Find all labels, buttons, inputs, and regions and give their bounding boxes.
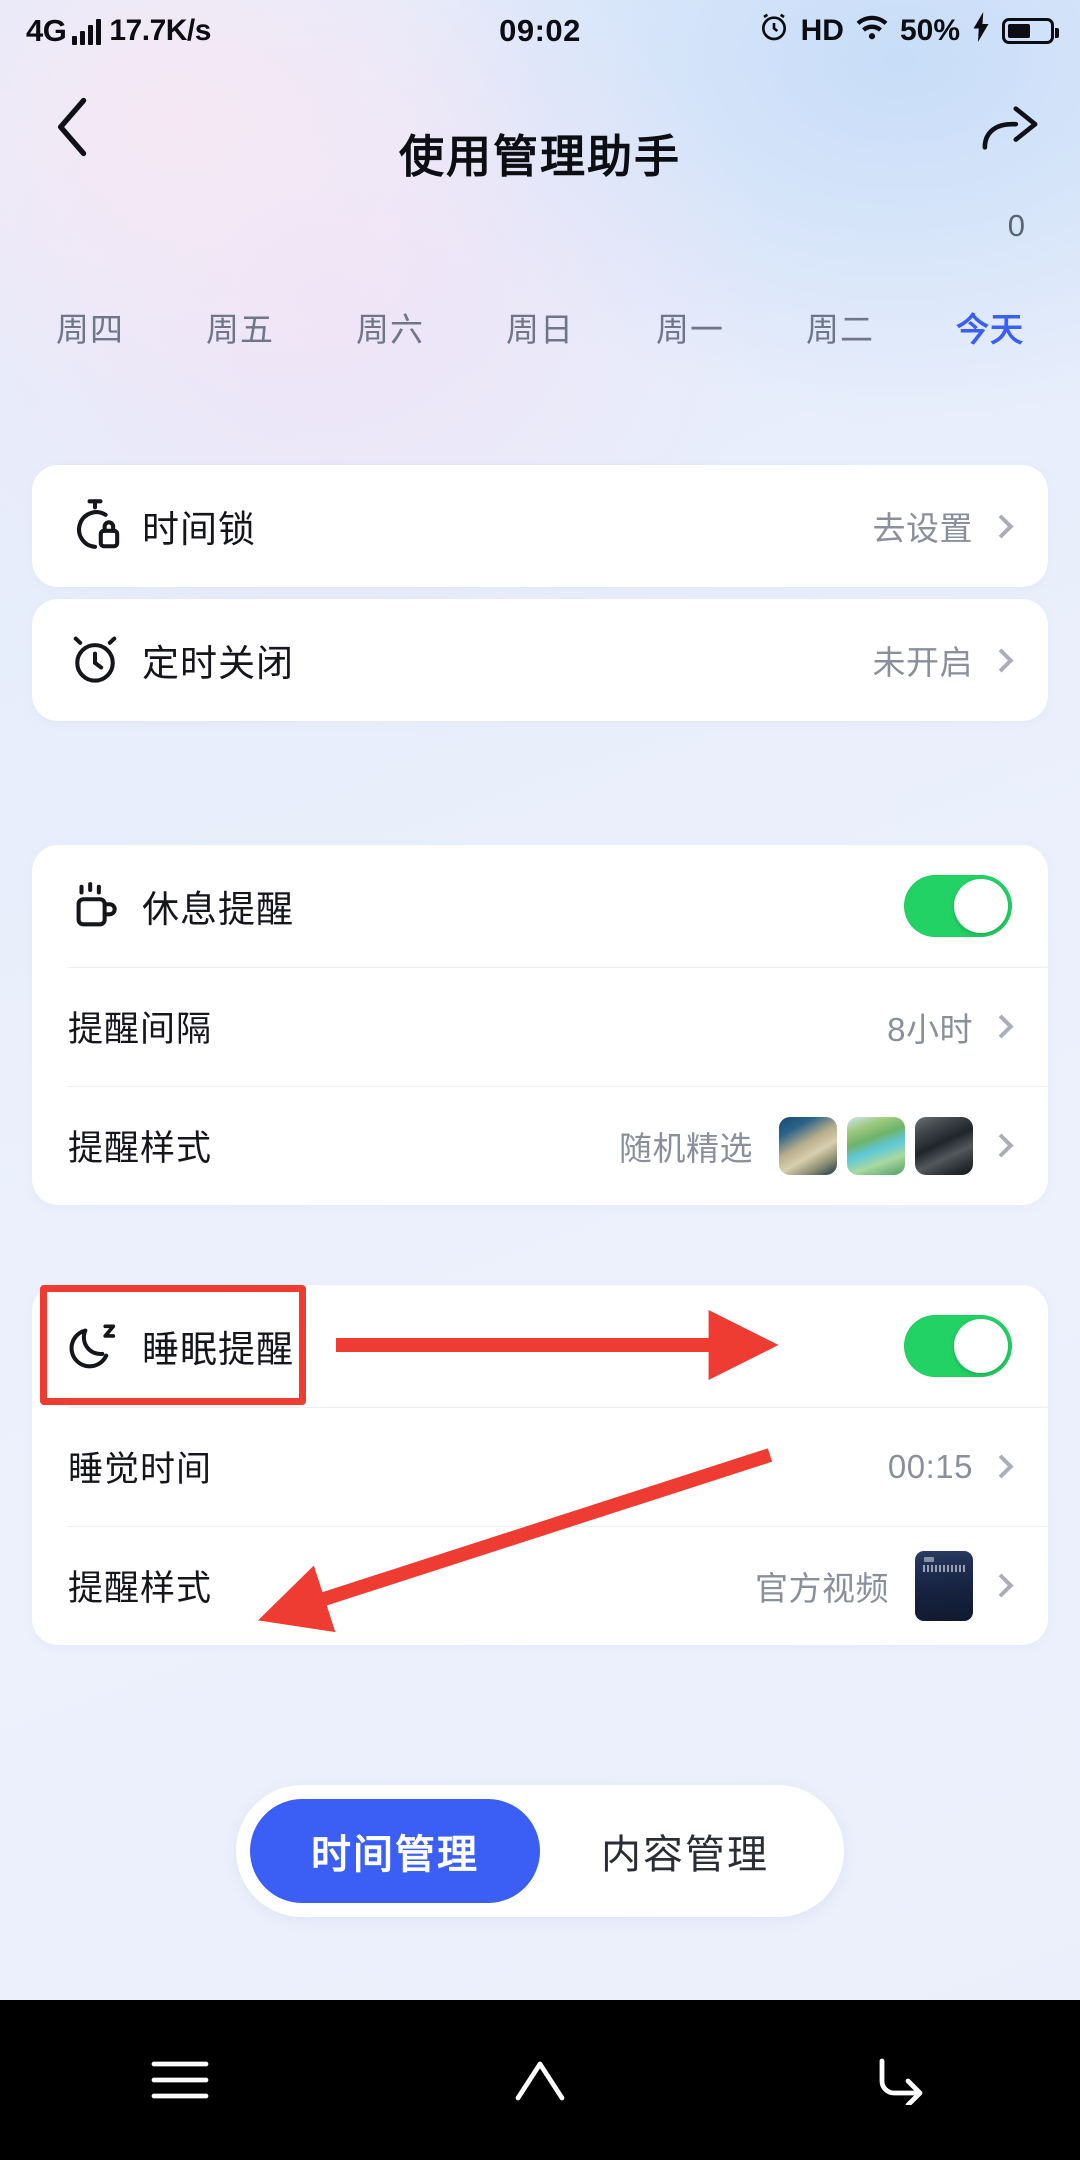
alarm-icon bbox=[758, 11, 790, 51]
recent-apps-button[interactable] bbox=[120, 2020, 240, 2140]
moon-sleep-icon bbox=[68, 1318, 142, 1374]
battery-percent-label: 50% bbox=[899, 14, 960, 47]
phone-screen: 4G 17.7K/s 09:02 HD 50% 使用管理助手 0 周四 周五 周… bbox=[0, 0, 1080, 2160]
tab-content-management[interactable]: 内容管理 bbox=[540, 1799, 830, 1903]
thumbnail-image-2 bbox=[847, 1116, 905, 1175]
coffee-cup-icon bbox=[68, 878, 142, 934]
sleep-style-label: 提醒样式 bbox=[68, 1569, 213, 1608]
timed-shutdown-value: 未开启 bbox=[872, 644, 973, 681]
stopwatch-lock-icon bbox=[68, 497, 142, 555]
rest-reminder-right[interactable] bbox=[904, 875, 1012, 937]
rest-interval-right[interactable]: 8小时 bbox=[887, 1003, 1014, 1051]
thumbnail-image-1 bbox=[779, 1116, 837, 1175]
rest-reminder-label: 休息提醒 bbox=[142, 889, 294, 930]
sleep-reminder-label: 睡眠提醒 bbox=[142, 1329, 294, 1370]
thumbnail-video bbox=[915, 1550, 973, 1621]
app-header: 使用管理助手 0 bbox=[0, 62, 1080, 243]
rest-style-right[interactable]: 随机精选 bbox=[619, 1116, 1014, 1175]
card-timed-shutdown: 定时关闭 未开启 bbox=[32, 599, 1048, 721]
day-tab-5[interactable]: 周二 bbox=[806, 303, 874, 351]
page-title: 使用管理助手 bbox=[398, 131, 681, 182]
day-tabs: 周四 周五 周六 周日 周一 周二 今天 bbox=[0, 296, 1080, 358]
row-rest-reminder[interactable]: 休息提醒 bbox=[32, 845, 1048, 967]
card-rest-reminder: 休息提醒 提醒间隔 8小时 提醒样式 随机精选 bbox=[32, 845, 1048, 1205]
time-lock-value: 去设置 bbox=[872, 510, 973, 547]
row-time-lock[interactable]: 时间锁 去设置 bbox=[32, 465, 1048, 587]
bedtime-right[interactable]: 00:15 bbox=[887, 1447, 1014, 1486]
rest-reminder-toggle[interactable] bbox=[904, 875, 1012, 937]
bedtime-value: 00:15 bbox=[887, 1447, 973, 1485]
home-button[interactable] bbox=[480, 2020, 600, 2140]
day-tab-4[interactable]: 周一 bbox=[656, 303, 724, 351]
card-sleep-reminder: 睡眠提醒 睡觉时间 00:15 提醒样式 官方视频 bbox=[32, 1285, 1048, 1645]
thumbnail-image-3 bbox=[915, 1116, 973, 1175]
tab-time-management[interactable]: 时间管理 bbox=[250, 1799, 540, 1903]
rest-style-label: 提醒样式 bbox=[68, 1129, 213, 1168]
sleep-reminder-toggle[interactable] bbox=[904, 1315, 1012, 1377]
rest-style-value: 随机精选 bbox=[619, 1129, 753, 1167]
system-navigation-bar bbox=[0, 2000, 1080, 2160]
share-counter: 0 bbox=[1007, 208, 1025, 243]
battery-icon bbox=[1002, 18, 1059, 44]
row-sleep-reminder[interactable]: 睡眠提醒 bbox=[32, 1285, 1048, 1407]
status-bar-right: HD 50% bbox=[758, 11, 1059, 51]
wifi-icon bbox=[855, 13, 889, 49]
alarm-clock-icon bbox=[68, 632, 142, 688]
rest-style-thumbnails[interactable] bbox=[779, 1116, 973, 1175]
sleep-style-value: 官方视频 bbox=[755, 1569, 889, 1607]
sleep-style-thumbnails[interactable] bbox=[915, 1550, 973, 1621]
charging-bolt-icon bbox=[971, 12, 991, 50]
hd-label: HD bbox=[800, 14, 844, 47]
chevron-right-icon bbox=[989, 513, 1014, 539]
chevron-right-icon bbox=[989, 1454, 1014, 1479]
share-button[interactable] bbox=[972, 90, 1048, 166]
time-lock-right[interactable]: 去设置 bbox=[872, 502, 1014, 550]
sleep-style-right[interactable]: 官方视频 bbox=[755, 1550, 1014, 1621]
timed-shutdown-label: 定时关闭 bbox=[142, 643, 294, 684]
row-rest-style[interactable]: 提醒样式 随机精选 bbox=[32, 1086, 1048, 1205]
day-tab-2[interactable]: 周六 bbox=[356, 303, 424, 351]
chevron-right-icon bbox=[989, 647, 1014, 673]
chevron-right-icon bbox=[989, 1014, 1014, 1039]
timed-shutdown-right[interactable]: 未开启 bbox=[872, 636, 1014, 684]
chevron-right-icon bbox=[989, 1573, 1014, 1598]
row-bedtime[interactable]: 睡觉时间 00:15 bbox=[32, 1407, 1048, 1526]
time-lock-label: 时间锁 bbox=[142, 509, 256, 550]
day-tab-0[interactable]: 周四 bbox=[56, 303, 124, 351]
rest-interval-label: 提醒间隔 bbox=[68, 1010, 213, 1049]
back-nav-button[interactable] bbox=[840, 2020, 960, 2140]
row-timed-shutdown[interactable]: 定时关闭 未开启 bbox=[32, 599, 1048, 721]
card-time-lock: 时间锁 去设置 bbox=[32, 465, 1048, 587]
row-rest-interval[interactable]: 提醒间隔 8小时 bbox=[32, 967, 1048, 1086]
bottom-segmented-control: 时间管理 内容管理 bbox=[236, 1785, 844, 1917]
rest-interval-value: 8小时 bbox=[887, 1010, 973, 1048]
row-sleep-style[interactable]: 提醒样式 官方视频 bbox=[32, 1526, 1048, 1645]
day-tab-1[interactable]: 周五 bbox=[206, 303, 274, 351]
sleep-reminder-right[interactable] bbox=[904, 1315, 1012, 1377]
chevron-right-icon bbox=[989, 1133, 1014, 1158]
day-tab-today[interactable]: 今天 bbox=[956, 303, 1024, 351]
day-tab-3[interactable]: 周日 bbox=[506, 303, 574, 351]
bedtime-label: 睡觉时间 bbox=[68, 1450, 213, 1489]
status-bar: 4G 17.7K/s 09:02 HD 50% bbox=[0, 0, 1080, 62]
